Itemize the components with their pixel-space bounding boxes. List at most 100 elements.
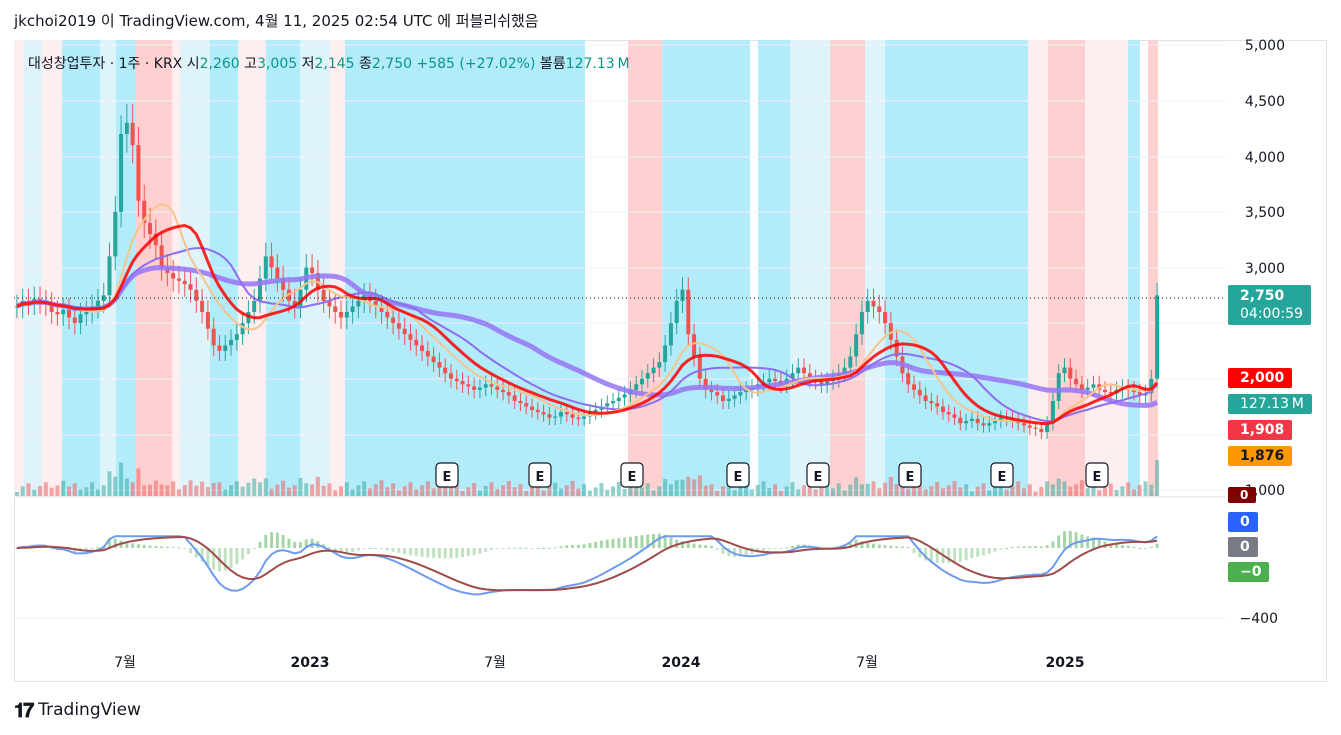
volume-bar	[367, 488, 372, 496]
volume-bar	[784, 486, 789, 496]
candle-body	[414, 339, 419, 346]
candle-body	[634, 384, 639, 390]
candle-body	[194, 289, 199, 301]
ma-red-tag: 2,000	[1228, 368, 1293, 388]
candle-body	[229, 339, 234, 346]
volume-bar	[339, 486, 344, 496]
volume-bar	[344, 482, 349, 496]
candle-body	[205, 312, 210, 329]
macd-histogram-bar	[709, 545, 713, 548]
macd-histogram-bar	[518, 547, 522, 549]
macd-histogram-bar	[1016, 546, 1020, 548]
legend-close-label: 종	[359, 56, 372, 72]
volume-bar	[333, 490, 338, 496]
macd-histogram-bar	[958, 548, 962, 562]
macd-histogram-bar	[906, 546, 910, 548]
macd-histogram-bar	[281, 535, 285, 548]
macd-histogram-bar	[466, 548, 470, 557]
macd-histogram-bar	[721, 548, 725, 555]
macd-histogram-bar	[513, 547, 517, 549]
volume-bar	[223, 489, 228, 496]
volume-bar	[292, 485, 297, 496]
macd-histogram-bar	[472, 548, 476, 556]
candle-body	[802, 367, 807, 374]
candle-body	[582, 416, 587, 419]
volume-bar	[894, 484, 899, 496]
legend-high-value: 3,005	[257, 56, 298, 72]
volume-bar	[715, 491, 720, 496]
earnings-marker-label: E	[814, 470, 823, 485]
macd-histogram-bar	[588, 543, 592, 548]
earnings-marker-label: E	[628, 470, 637, 485]
volume-bar	[1097, 490, 1102, 496]
volume-bar	[952, 481, 957, 496]
volume-bar	[836, 483, 841, 496]
macd-histogram-bar	[877, 544, 881, 548]
macd-histogram-bar	[686, 542, 690, 548]
candle-body	[391, 317, 396, 324]
candle-body	[773, 378, 778, 381]
volume-bar	[275, 484, 280, 496]
volume-bar	[263, 478, 268, 496]
volume-bar	[732, 490, 737, 496]
volume-bar	[616, 482, 621, 496]
time-axis: 7월 2023 7월 2024 7월 2025	[114, 655, 1084, 671]
macd-histogram-bar	[999, 548, 1003, 550]
macd-histogram-bar	[1132, 546, 1136, 548]
countdown-value: 04:00:59	[1240, 306, 1303, 322]
volume-bar	[252, 478, 257, 496]
volume-bar	[859, 484, 864, 496]
macd-histogram-bar	[1063, 531, 1066, 548]
macd-histogram-bar	[773, 548, 777, 549]
candle-body	[883, 312, 888, 324]
macd-histogram-bar	[599, 540, 603, 548]
price-tick-label: 4,000	[1245, 150, 1285, 166]
candle-body	[501, 389, 506, 393]
tradingview-logo[interactable]: 𝟏𝟕 TradingView	[14, 698, 141, 722]
macd-histogram-bar	[212, 548, 216, 570]
candle-body	[512, 395, 517, 401]
macd-histogram-bar	[582, 544, 586, 548]
volume-bar	[472, 483, 477, 496]
macd-histogram-bar	[1028, 546, 1032, 548]
volume-bar	[871, 481, 876, 496]
volume-bar	[940, 488, 945, 496]
macd-histogram-bar	[576, 544, 580, 548]
volume-bar	[680, 479, 685, 496]
volume-bar	[124, 478, 129, 496]
volume-bar	[281, 480, 286, 496]
candle-body	[859, 312, 864, 335]
volume-bar	[304, 483, 309, 496]
legend-low-value: 2,145	[314, 56, 355, 72]
macd-histogram-bar	[623, 537, 627, 548]
volume-bar	[477, 490, 482, 496]
candle-body	[1062, 367, 1067, 374]
time-tick-label: 7월	[114, 655, 136, 671]
volume-bar	[95, 489, 100, 496]
macd-histogram-bar	[657, 533, 661, 548]
volume-bar	[408, 482, 413, 496]
volume-bar	[489, 482, 494, 496]
candle-body	[188, 284, 193, 290]
macd-histogram-bar	[1045, 545, 1049, 548]
candle-body	[871, 300, 876, 307]
volume-bar	[1039, 487, 1044, 496]
legend-close-value: 2,750	[371, 56, 413, 72]
volume-bar	[975, 486, 980, 496]
legend-open-label: 시	[186, 56, 200, 72]
candle-body	[738, 392, 743, 396]
candle-body	[946, 412, 951, 415]
candle-body	[969, 418, 974, 422]
chart-canvas[interactable]: 5,0004,5004,0003,5003,0001,000−400 7월 202…	[0, 0, 1341, 735]
candle-body	[674, 300, 679, 324]
volume-bar	[49, 487, 54, 496]
price-tick-label: 3,000	[1245, 261, 1285, 277]
volume-bar	[969, 491, 974, 496]
macd-histogram-bar	[1010, 547, 1014, 549]
macd-histogram-bar	[1115, 544, 1119, 548]
volume-bar	[107, 471, 112, 496]
volume-bar	[194, 485, 199, 496]
candle-body	[726, 398, 731, 401]
candle-body	[576, 417, 581, 419]
volume-bar	[773, 484, 778, 496]
